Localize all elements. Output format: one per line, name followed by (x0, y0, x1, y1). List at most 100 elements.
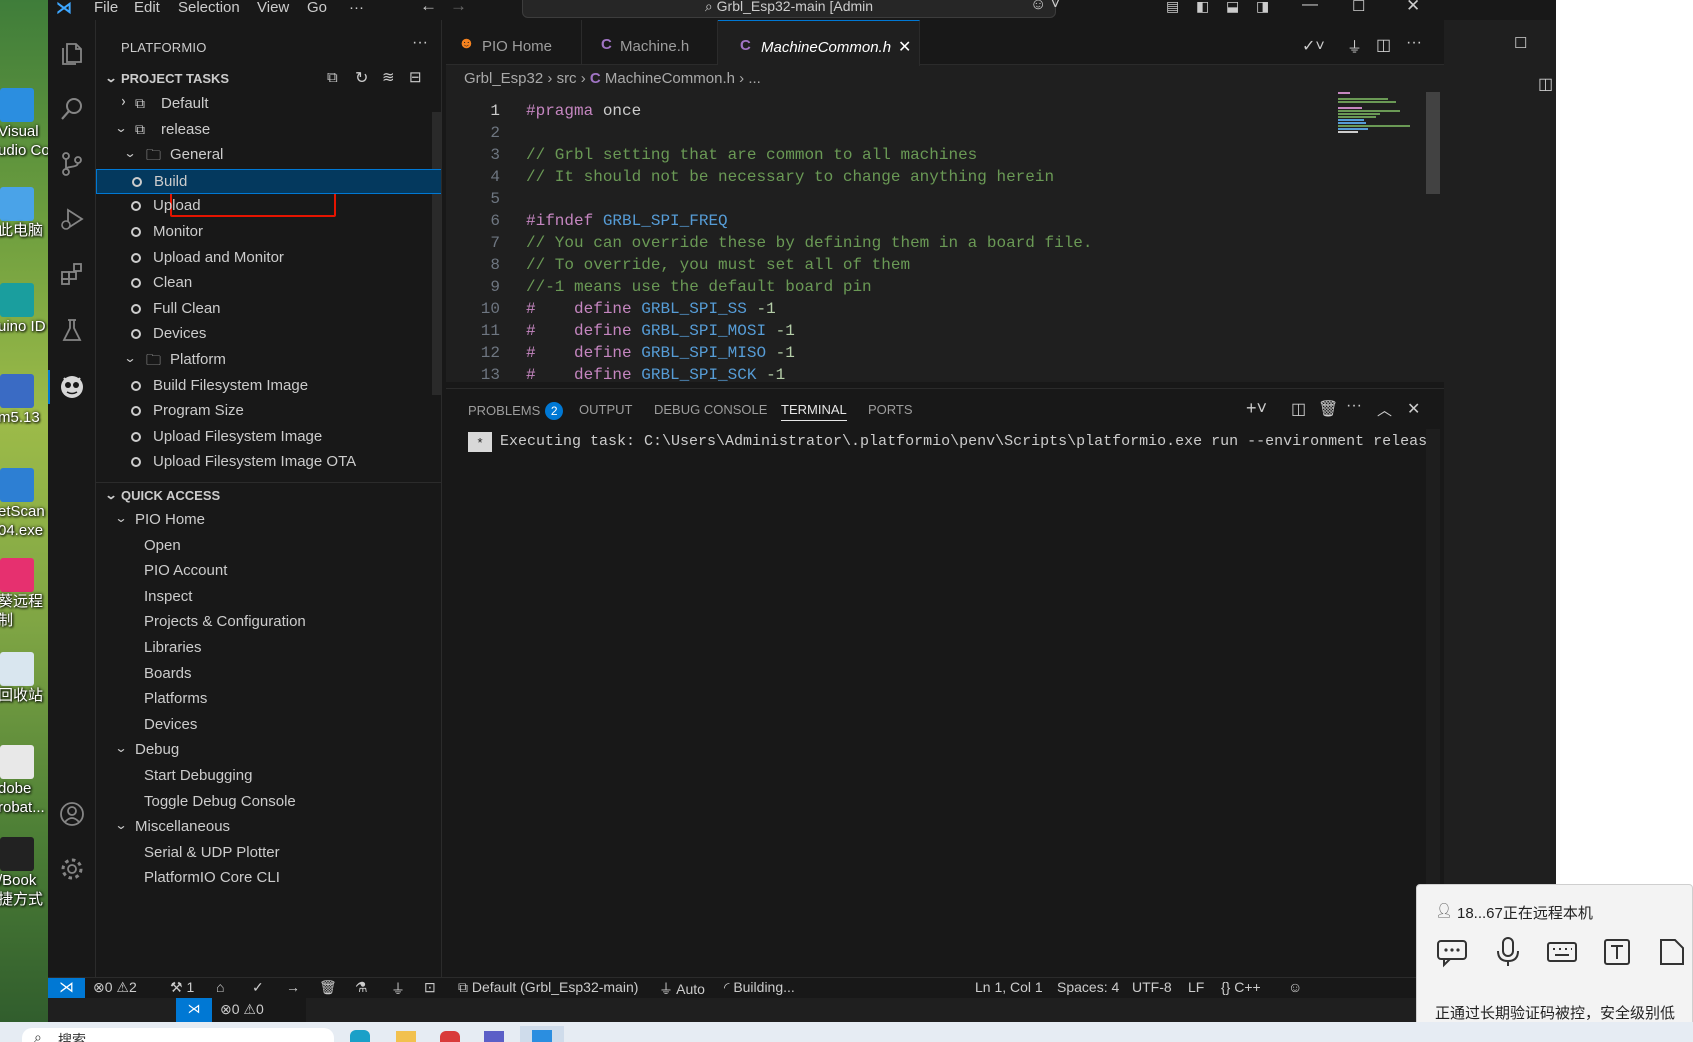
menu-selection[interactable]: Selection (178, 0, 240, 16)
search-icon[interactable] (58, 95, 86, 123)
maximize-panel-icon[interactable]: ︿ (1377, 399, 1392, 420)
code-line[interactable]: 13 # define GRBL_SPI_SCK -1 (446, 366, 1436, 382)
testing-icon[interactable] (58, 316, 86, 344)
split-terminal-icon[interactable]: ◫ (1291, 399, 1306, 419)
extensions-icon[interactable] (58, 260, 86, 288)
quick-access-inspect[interactable]: Inspect (96, 585, 441, 610)
menu-more[interactable]: ··· (349, 0, 364, 16)
refresh-icon[interactable]: ↻ (355, 68, 368, 88)
split-editor-icon[interactable]: ◫ (1538, 74, 1553, 94)
app-icon[interactable] (440, 1031, 460, 1042)
tab-problems[interactable]: PROBLEMS 2 (468, 402, 564, 420)
pio-monitor-icon[interactable]: ⏚ (391, 979, 405, 998)
vscode-taskbar-icon[interactable] (520, 1026, 564, 1042)
plug-icon[interactable]: ⏚ (1347, 36, 1362, 57)
code-line[interactable]: 11 # define GRBL_SPI_MOSI -1 (446, 322, 1436, 344)
task-item-full-clean[interactable]: Full Clean (96, 297, 441, 322)
breadcrumb-item[interactable]: MachineCommon.h (605, 70, 735, 87)
task-item-upload[interactable]: Upload (96, 194, 441, 219)
quick-access-open[interactable]: Open (96, 534, 441, 559)
tab-pio-home[interactable]: ☻ PIO Home (446, 20, 582, 65)
code-line[interactable]: 6 #ifndef GRBL_SPI_FREQ (446, 212, 1436, 234)
quick-access-platforms[interactable]: Platforms (96, 687, 441, 712)
forward-arrow-icon[interactable]: → (450, 0, 467, 16)
close-panel-icon[interactable]: ✕ (1407, 399, 1420, 419)
menu-view[interactable]: View (257, 0, 289, 16)
close-icon[interactable]: ✕ (898, 37, 911, 57)
task-item-release[interactable]: ⌄ ⧉ release (96, 118, 441, 143)
file-icon[interactable] (1655, 935, 1689, 969)
source-control-icon[interactable] (58, 150, 86, 178)
pio-upload-icon[interactable]: → (286, 979, 300, 995)
code-editor[interactable]: 1 #pragma once 2 3 // Grbl setting that are … (446, 102, 1444, 382)
maximize-icon[interactable]: ☐ (1352, 0, 1365, 15)
layers-icon[interactable]: ≋ (382, 68, 395, 86)
encoding[interactable]: UTF-8 (1132, 979, 1172, 995)
menu-go[interactable]: Go (307, 0, 327, 16)
breadcrumb-item[interactable]: Grbl_Esp32 (464, 70, 543, 87)
toggle-sidebar-icon[interactable]: ◧ (1196, 0, 1209, 15)
quick-access-start-debugging[interactable]: Start Debugging (96, 764, 441, 789)
language-mode[interactable]: {} C++ (1221, 979, 1261, 995)
breadcrumb-item[interactable]: ... (748, 70, 761, 87)
close-window-icon[interactable]: ✕ (1406, 0, 1420, 16)
task-item-upload-filesystem-image[interactable]: Upload Filesystem Image (96, 425, 441, 450)
quick-access-toggle-debug-console[interactable]: Toggle Debug Console (96, 790, 441, 815)
quick-access-libraries[interactable]: Libraries (96, 636, 441, 661)
remote-indicator[interactable]: ⋊ (48, 978, 85, 998)
menu-edit[interactable]: Edit (134, 0, 160, 16)
desktop-shortcut[interactable]: m5.13 (0, 374, 48, 427)
task-item-monitor[interactable]: Monitor (96, 220, 441, 245)
indentation[interactable]: Spaces: 4 (1057, 979, 1119, 995)
tab-ports[interactable]: PORTS (868, 402, 913, 417)
tab-output[interactable]: OUTPUT (579, 402, 632, 417)
collapse-all-icon[interactable]: ⊟ (409, 68, 422, 86)
desktop-shortcut[interactable]: uino ID (0, 283, 48, 336)
quick-access-debug[interactable]: ⌄ Debug (96, 738, 441, 763)
explorer-icon[interactable] (396, 1031, 416, 1042)
section-quick-access[interactable]: ⌄ QUICK ACCESS (96, 482, 441, 508)
desktop-shortcut[interactable]: dobe robat... (0, 745, 48, 817)
port-switcher[interactable]: ⏚ Auto (659, 979, 705, 998)
code-line[interactable]: 4 // It should not be necessary to change… (446, 168, 1436, 190)
files-icon[interactable] (58, 40, 86, 68)
env-switcher[interactable]: ⧉ Default (Grbl_Esp32-main) (458, 979, 638, 996)
trash-icon[interactable]: 🗑︎ (1318, 399, 1338, 419)
end-of-line[interactable]: LF (1188, 979, 1204, 995)
quick-access-platformio-core-cli[interactable]: PlatformIO Core CLI (96, 866, 441, 891)
copilot-status-icon[interactable]: ☺ (1288, 979, 1302, 995)
task-item-build[interactable]: Build (96, 168, 441, 194)
toggle-secondary-sidebar-icon[interactable]: ◨ (1256, 0, 1269, 15)
problems-status[interactable]: ⊗0 ⚠2 (93, 979, 137, 996)
problems-status[interactable]: ⊗0 ⚠0 (220, 1001, 264, 1018)
check-icon[interactable]: ✓˅ (1302, 36, 1325, 56)
desktop-shortcut[interactable]: 回收站 (0, 652, 48, 705)
keyboard-icon[interactable] (1545, 935, 1579, 969)
code-line[interactable]: 2 (446, 124, 1436, 146)
menu-file[interactable]: File (94, 0, 118, 16)
desktop-shortcut[interactable]: 葵远程 制 (0, 558, 48, 630)
pio-test-icon[interactable]: ⚗ (355, 979, 368, 996)
more-actions-icon[interactable]: ··· (1406, 34, 1422, 52)
tab-machine-h[interactable]: C Machine.h (582, 20, 718, 65)
new-terminal-icon[interactable]: +˅ (1246, 398, 1267, 419)
task-item-program-size[interactable]: Program Size (96, 399, 441, 424)
task-item-build-filesystem-image[interactable]: Build Filesystem Image (96, 374, 441, 399)
task-item-upload-and-monitor[interactable]: Upload and Monitor (96, 246, 441, 271)
task-item-platform[interactable]: ⌄ 🗀︎ Platform (96, 348, 441, 373)
editor-scrollbar[interactable] (1426, 92, 1440, 194)
task-item-general[interactable]: ⌄ 🗀︎ General (96, 143, 441, 168)
taskbar-search[interactable]: ⌕ 搜索 (22, 1028, 334, 1042)
quick-access-pio-account[interactable]: PIO Account (96, 559, 441, 584)
task-item-devices[interactable]: Devices (96, 322, 441, 347)
settings-icon[interactable] (58, 855, 86, 883)
code-line[interactable]: 12 # define GRBL_SPI_MISO -1 (446, 344, 1436, 366)
code-line[interactable]: 10 # define GRBL_SPI_SS -1 (446, 300, 1436, 322)
minimap[interactable] (1338, 90, 1418, 136)
microphone-icon[interactable] (1491, 935, 1525, 969)
task-item-upload-filesystem-image-ota[interactable]: Upload Filesystem Image OTA (96, 450, 441, 475)
back-arrow-icon[interactable]: ← (420, 0, 437, 16)
code-line[interactable]: 3 // Grbl setting that are common to all … (446, 146, 1436, 168)
code-line[interactable]: 5 (446, 190, 1436, 212)
account-icon[interactable] (58, 800, 86, 828)
